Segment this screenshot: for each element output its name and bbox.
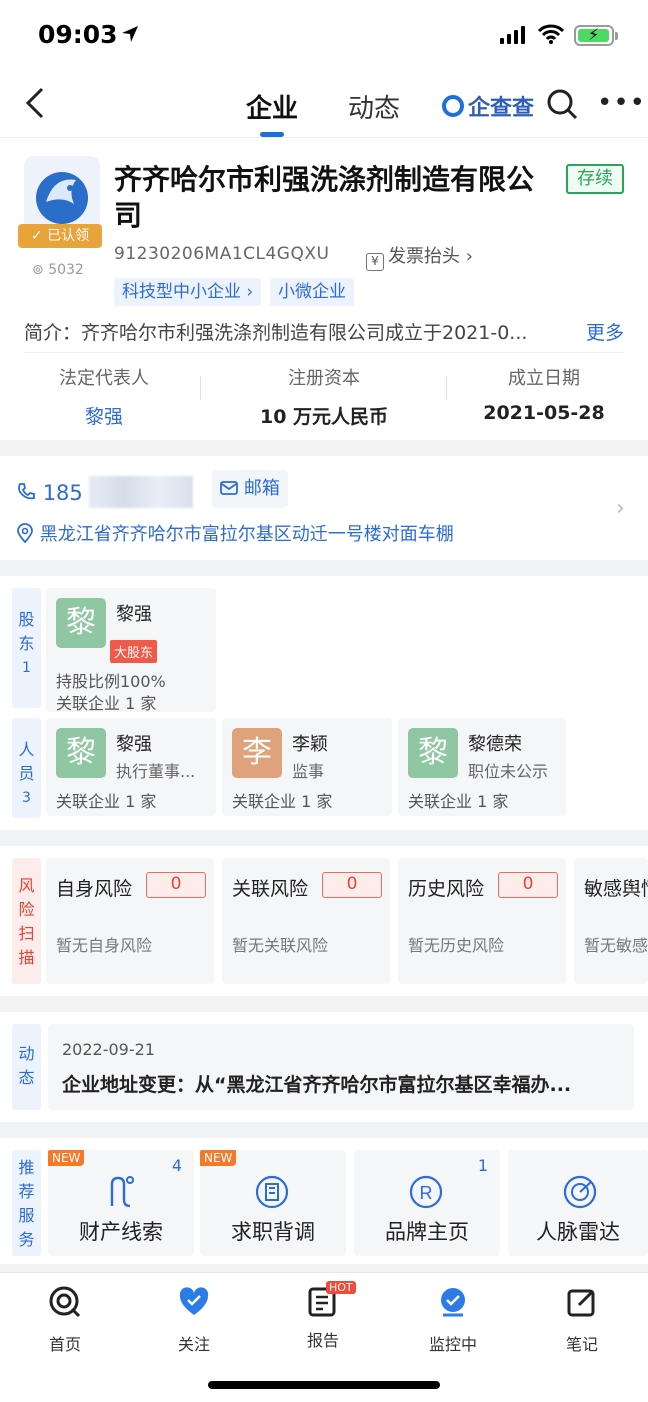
tab-notes[interactable]: 笔记 [537,1285,627,1355]
tab-dynamics[interactable]: 动态 [348,88,400,125]
phone-icon [18,483,35,500]
building-icon [255,1175,289,1209]
service-brand-homepage[interactable]: 1 R 品牌主页 [354,1150,500,1256]
view-count: ⊚ 5032 [32,262,84,278]
stat-registered-capital: 注册资本 10 万元人民币 [259,368,389,428]
tab-enterprise[interactable]: 企业 [246,88,298,137]
dynamics-item[interactable]: 2022-09-21 企业地址变更：从“黑龙江省齐齐哈尔市富拉尔基区幸福办... [48,1024,634,1110]
service-property-clues[interactable]: NEW 4 财产线索 [48,1150,194,1256]
battery-icon: ⚡ [574,25,618,46]
divider [24,352,624,353]
service-contacts-radar[interactable]: 人脉雷达 [508,1150,648,1256]
risk-card-sensitive[interactable]: 敏感舆情 暂无敏感舆情 [574,858,648,984]
dynamics-label[interactable]: 动态 [12,1024,41,1110]
top-nav-bar: 企业 动态 企查查 ••• [0,72,648,138]
radar-icon [563,1175,597,1209]
risk-scan-section: 风险扫描 自身风险 0 暂无自身风险 关联风险 0 暂无关联风险 历史风险 0 … [0,846,648,996]
address-link[interactable]: 黑龙江省齐齐哈尔市富拉尔基区动迁一号楼对面车棚 [16,520,454,546]
home-logo-icon [49,1286,81,1318]
intro-more-link[interactable]: 更多 [577,318,624,345]
services-section: 推荐服务 NEW 4 财产线索 NEW 求职背调 1 R 品牌主页 人脉雷达 [0,1138,648,1264]
tab-home[interactable]: 首页 [20,1285,110,1355]
avatar: 李 [232,728,282,778]
shareholders-label[interactable]: 股东1 [12,588,41,708]
company-header: ✓ 已认领 ⊚ 5032 齐齐哈尔市利强洗涤剂制造有限公司 存续 9123020… [0,138,648,440]
related-count: 关联企业 1 家 [56,694,157,713]
stat-legal-rep: 法定代表人 黎强 [4,364,204,429]
cellular-signal-icon [500,26,525,44]
personnel-label[interactable]: 人员3 [12,718,41,818]
tag-micro-enterprise[interactable]: 小微企业 [270,278,354,306]
company-logo [24,156,100,232]
back-arrow-icon[interactable] [22,86,52,120]
wifi-icon [538,24,564,44]
svg-text:R: R [420,1183,433,1203]
risk-card-self[interactable]: 自身风险 0 暂无自身风险 [46,858,214,984]
tab-monitoring[interactable]: 监控中 [408,1285,498,1355]
avatar: 黎 [56,598,106,648]
people-section: 股东1 黎 黎强 大股东 持股比例100% 关联企业 1 家 人员3 黎 黎强 … [0,576,648,830]
verified-badge: ✓ 已认领 [18,224,102,248]
company-intro: 简介：齐齐哈尔市利强洗涤剂制造有限公司成立于2021-0... 更多 [24,318,624,345]
status-bar: 09:03 ⚡ [0,0,648,72]
hot-badge: HOT [326,1281,356,1294]
note-edit-icon [567,1289,595,1317]
risk-scan-label[interactable]: 风险扫描 [12,858,41,984]
invoice-icon: ¥ [366,253,384,271]
phone-blurred [89,476,194,508]
shareholder-card[interactable]: 黎 黎强 大股东 持股比例100% 关联企业 1 家 [46,588,216,713]
registered-trademark-icon: R [409,1175,443,1209]
invoice-title-link[interactable]: ¥ 发票抬头 › [366,242,473,271]
stat-founded-date: 成立日期 2021-05-28 [483,368,605,424]
location-arrow-icon [122,26,138,42]
dynamics-text: 企业地址变更：从“黑龙江省齐齐哈尔市富拉尔基区幸福办... [62,1074,572,1096]
chevron-right-icon[interactable]: › [616,496,625,521]
tag-tech-sme[interactable]: 科技型中小企业 › [114,278,262,306]
tab-follow[interactable]: 关注 [149,1285,239,1355]
contact-section: 185 邮箱 黑龙江省齐齐哈尔市富拉尔基区动迁一号楼对面车棚 › [0,456,648,560]
email-button[interactable]: 邮箱 [212,470,288,508]
tab-report[interactable]: HOT 报告 [278,1281,368,1351]
phone-link[interactable]: 185 [16,476,194,508]
dynamics-section: 动态 2022-09-21 企业地址变更：从“黑龙江省齐齐哈尔市富拉尔基区幸福办… [0,1012,648,1122]
credit-code: 91230206MA1CL4GQXU [114,244,330,264]
share-ratio: 持股比例100% [56,672,166,691]
dynamics-date: 2022-09-21 [62,1040,155,1059]
company-name: 齐齐哈尔市利强洗涤剂制造有限公司 [114,163,535,232]
search-icon[interactable] [546,88,578,120]
qichacha-brand: 企查查 [442,90,534,122]
divider [200,376,201,400]
qichacha-logo-icon [442,95,464,117]
shareholder-name: 黎强 [116,604,152,625]
legal-rep-link[interactable]: 黎强 [4,402,204,429]
home-indicator [208,1381,440,1389]
status-badge: 存续 [566,164,624,194]
avatar: 黎 [56,728,106,778]
service-job-background[interactable]: NEW 求职背调 [200,1150,346,1256]
risk-card-related[interactable]: 关联风险 0 暂无关联风险 [222,858,390,984]
route-icon [110,1176,134,1208]
person-card[interactable]: 李 李颖 监事 关联企业 1 家 [222,718,392,816]
monitor-icon [441,1288,465,1317]
person-card[interactable]: 黎 黎德荣 职位未公示 关联企业 1 家 [398,718,566,816]
services-label[interactable]: 推荐服务 [12,1150,41,1256]
status-time: 09:03 [38,20,118,49]
avatar: 黎 [408,728,458,778]
person-card[interactable]: 黎 黎强 执行董事... 关联企业 1 家 [46,718,216,816]
more-options-icon[interactable]: ••• [597,88,646,118]
mail-icon [220,481,239,495]
risk-card-history[interactable]: 历史风险 0 暂无历史风险 [398,858,566,984]
location-pin-icon [17,523,33,544]
major-shareholder-badge: 大股东 [110,640,158,663]
heart-icon [179,1287,209,1315]
